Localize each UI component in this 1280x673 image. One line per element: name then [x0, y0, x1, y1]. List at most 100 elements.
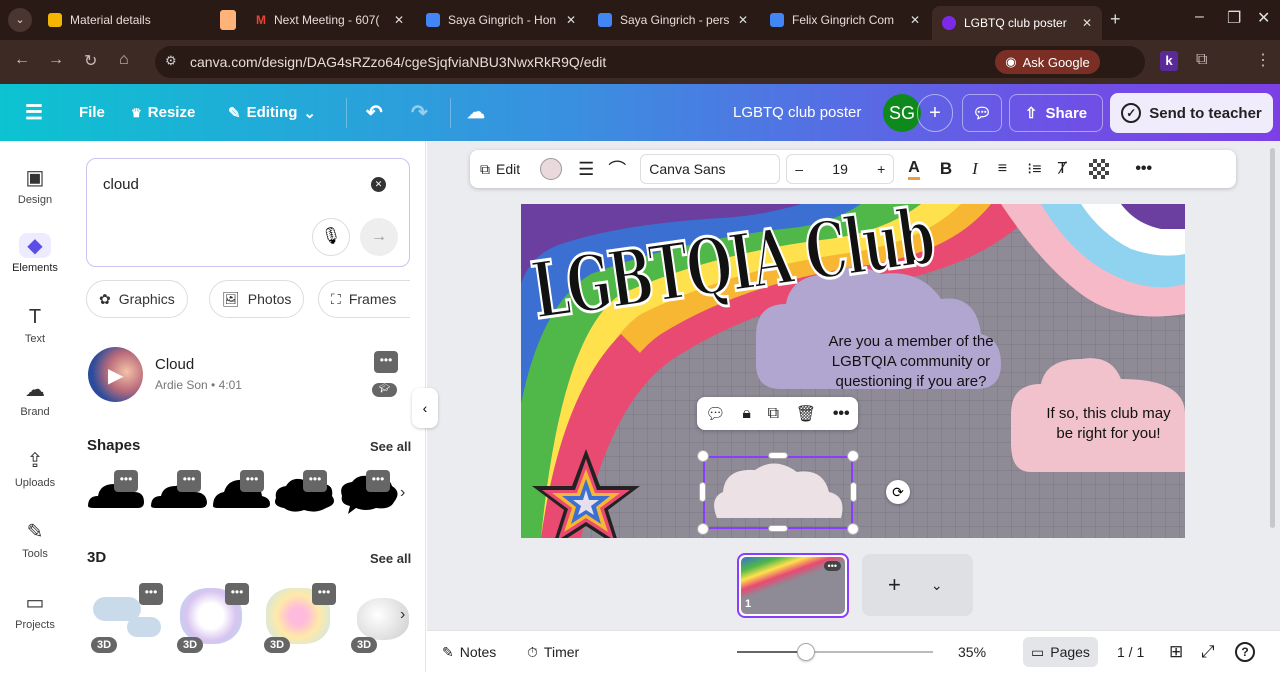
zoom-slider[interactable]: [737, 643, 933, 661]
clear-search-icon[interactable]: ✕: [371, 177, 386, 192]
tab-pinned[interactable]: [210, 6, 246, 34]
resize-handle[interactable]: [699, 482, 706, 502]
more-options-icon[interactable]: •••: [225, 583, 249, 605]
more-options-icon[interactable]: •••: [114, 470, 138, 492]
search-input[interactable]: cloud: [103, 176, 139, 193]
ask-google-button[interactable]: ◉ Ask Google: [995, 50, 1100, 74]
duplicate-icon[interactable]: ⧉: [768, 405, 779, 423]
border-style-icon[interactable]: ☰: [578, 159, 594, 180]
editing-mode-dropdown[interactable]: ✎ Editing ⌄: [228, 84, 316, 141]
lock-icon[interactable]: 🔒︎: [742, 405, 751, 423]
poster-question-text[interactable]: Are you a member of the LGBTQIA communit…: [816, 332, 1006, 392]
resize-handle[interactable]: [697, 523, 709, 535]
play-icon[interactable]: ▶: [108, 363, 123, 388]
back-icon[interactable]: ←: [14, 51, 30, 69]
cloud-saved-icon[interactable]: ☁: [467, 84, 485, 141]
document-title[interactable]: LGBTQ club poster: [733, 84, 861, 141]
more-options-icon[interactable]: •••: [374, 351, 398, 373]
page-thumbnail[interactable]: 1 •••: [737, 553, 849, 618]
font-size-input[interactable]: 19: [832, 161, 848, 177]
font-family-dropdown[interactable]: Canva Sans: [640, 154, 781, 184]
trash-icon[interactable]: 🗑︎: [796, 404, 816, 424]
tab-canva-active[interactable]: LGBTQ club poster ✕: [932, 6, 1102, 40]
rail-elements[interactable]: ◆ Elements: [0, 233, 70, 274]
comments-button[interactable]: 💬︎: [962, 94, 1002, 132]
chip-graphics[interactable]: ✿ Graphics: [86, 280, 188, 318]
close-icon[interactable]: ✕: [566, 13, 576, 27]
resize-handle[interactable]: [768, 525, 788, 532]
new-tab-button[interactable]: +: [1110, 9, 1121, 30]
more-icon[interactable]: •••: [833, 405, 850, 423]
reload-icon[interactable]: ↻: [84, 51, 97, 71]
scrollbar[interactable]: [1270, 148, 1275, 528]
chevron-right-icon[interactable]: ›: [400, 484, 405, 502]
text-spacing-icon[interactable]: Ⱦ: [1058, 160, 1068, 178]
microphone-icon[interactable]: 🎙︎: [312, 218, 350, 256]
close-icon[interactable]: ✕: [394, 13, 404, 27]
grid-view-icon[interactable]: ⊞: [1169, 631, 1183, 673]
align-center-icon[interactable]: ≡: [998, 160, 1007, 178]
more-icon[interactable]: •••: [1135, 160, 1152, 178]
close-icon[interactable]: ✕: [1082, 16, 1092, 30]
avatar[interactable]: SG: [883, 94, 921, 132]
chevron-right-icon[interactable]: ›: [400, 606, 405, 624]
selected-cloud-shape[interactable]: [703, 456, 853, 529]
transparency-icon[interactable]: [1089, 159, 1110, 179]
file-menu[interactable]: File: [79, 84, 105, 141]
undo-button[interactable]: ↶: [366, 84, 383, 141]
close-icon[interactable]: ✕: [910, 13, 920, 27]
bold-icon[interactable]: B: [940, 159, 952, 179]
rail-uploads[interactable]: ⇪ Uploads: [0, 448, 70, 489]
resize-handle[interactable]: [847, 523, 859, 535]
zoom-slider-handle[interactable]: [796, 643, 815, 661]
collapse-panel-button[interactable]: ‹: [412, 388, 438, 428]
more-options-icon[interactable]: •••: [823, 561, 841, 571]
pages-button[interactable]: ▭ Pages: [1023, 637, 1098, 667]
add-comment-icon[interactable]: 💬︎: [705, 404, 725, 424]
more-options-icon[interactable]: •••: [139, 583, 163, 605]
chip-photos[interactable]: 🖼︎ Photos: [209, 280, 305, 318]
timer-button[interactable]: ⏱︎ Timer: [527, 631, 579, 673]
tab-search-button[interactable]: ⌄: [8, 8, 32, 32]
home-icon[interactable]: ⌂: [119, 51, 129, 69]
rail-tools[interactable]: ✎ Tools: [0, 519, 70, 560]
minimize-button[interactable]: –: [1195, 8, 1204, 26]
help-icon[interactable]: ?: [1235, 642, 1255, 662]
rail-design[interactable]: ▣ Design: [0, 165, 70, 206]
close-icon[interactable]: ✕: [738, 13, 748, 27]
rotate-handle-icon[interactable]: ⟳: [886, 480, 910, 504]
menu-icon[interactable]: ⋮: [1255, 50, 1271, 70]
more-options-icon[interactable]: •••: [312, 583, 336, 605]
submit-search-icon[interactable]: →: [360, 218, 398, 256]
forward-icon[interactable]: →: [48, 51, 64, 69]
3d-see-all-link[interactable]: See all: [370, 551, 411, 566]
corner-rounding-icon[interactable]: ⌒: [608, 156, 626, 182]
tab-doc-3[interactable]: Felix Gingrich Com ✕: [760, 6, 930, 34]
chip-frames[interactable]: ⛶ Frames: [318, 280, 410, 318]
notes-button[interactable]: ✎ Notes: [442, 631, 496, 673]
resize-handle[interactable]: [850, 482, 857, 502]
more-options-icon[interactable]: •••: [303, 470, 327, 492]
zoom-level[interactable]: 35%: [958, 631, 986, 673]
fill-color-swatch[interactable]: [540, 158, 563, 180]
bulleted-list-icon[interactable]: ⁝≡: [1027, 159, 1041, 179]
extensions-icon[interactable]: ⧉: [1196, 51, 1207, 69]
fullscreen-icon[interactable]: ⤢: [1201, 631, 1215, 673]
site-info-icon[interactable]: ⚙: [165, 53, 177, 69]
rail-brand[interactable]: ☁ Brand: [0, 377, 70, 418]
close-window-button[interactable]: ✕: [1257, 8, 1270, 28]
redo-button[interactable]: ↷: [411, 84, 428, 141]
text-color-icon[interactable]: A: [908, 159, 920, 180]
chevron-down-icon[interactable]: ⌄: [931, 577, 943, 594]
maximize-button[interactable]: ❐: [1227, 8, 1241, 28]
poster-invite-text[interactable]: If so, this club may be right for you!: [1041, 404, 1176, 444]
resize-handle[interactable]: [768, 452, 788, 459]
tab-doc-2[interactable]: Saya Gingrich - pers ✕: [588, 6, 758, 34]
rail-projects[interactable]: ▭ Projects: [0, 590, 70, 631]
resize-button[interactable]: ♛ Resize: [131, 84, 195, 141]
audio-thumbnail[interactable]: ▶: [88, 347, 143, 402]
resize-handle[interactable]: [697, 450, 709, 462]
edit-button[interactable]: ⧉ Edit: [480, 161, 520, 178]
add-page-button[interactable]: + ⌄: [862, 554, 973, 616]
more-options-icon[interactable]: •••: [366, 470, 390, 492]
